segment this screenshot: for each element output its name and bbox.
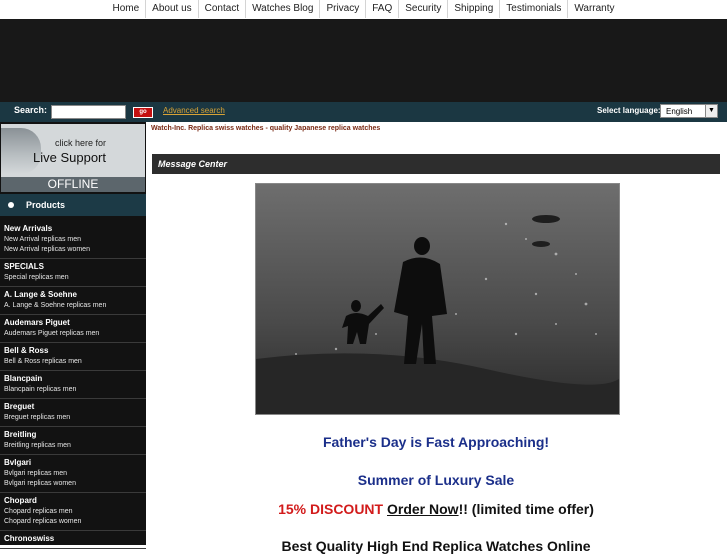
subcategory-link[interactable]: Audemars Piguet replicas men — [4, 329, 146, 339]
subcategory-link[interactable]: Breitling replicas men — [4, 441, 146, 451]
category-item: Bvlgari Bvlgari replicas men Bvlgari repli… — [0, 455, 146, 493]
nav-contact[interactable]: Contact — [199, 0, 247, 18]
language-label: Select language: — [597, 106, 661, 115]
products-label: Products — [26, 200, 66, 210]
search-bar: Search: go Advanced search Select langua… — [0, 102, 727, 122]
nav-watches-blog[interactable]: Watches Blog — [246, 0, 321, 18]
category-link[interactable]: Audemars Piguet — [4, 317, 146, 329]
category-item: Chronoswiss — [0, 531, 146, 549]
order-now-link[interactable]: Order Now — [387, 501, 459, 517]
left-sidebar: click here for Live Support OFFLINE Prod… — [0, 122, 146, 549]
subcategory-link[interactable]: New Arrival replicas men — [4, 235, 146, 245]
subcategory-link[interactable]: New Arrival replicas women — [4, 245, 146, 255]
category-link[interactable]: Chronoswiss — [4, 533, 146, 545]
header-banner — [0, 19, 727, 102]
category-item: Chopard Chopard replicas men Chopard repli… — [0, 493, 146, 531]
category-link[interactable]: Blancpain — [4, 373, 146, 385]
category-link[interactable]: Chopard — [4, 495, 146, 507]
language-selected-value: English — [666, 107, 693, 116]
live-support-click-text: click here for — [55, 138, 107, 148]
site-tagline: Watch-Inc. Replica swiss watches - quali… — [151, 125, 381, 132]
category-link[interactable]: Breitling — [4, 429, 146, 441]
category-item: Breitling Breitling replicas men — [0, 427, 146, 455]
live-support-button[interactable]: click here for Live Support OFFLINE — [1, 124, 145, 192]
nav-testimonials[interactable]: Testimonials — [500, 0, 569, 18]
category-link[interactable]: Bvlgari — [4, 457, 146, 469]
quality-line: Best Quality High End Replica Watches On… — [281, 538, 591, 554]
live-support-status: OFFLINE — [1, 177, 145, 192]
nav-security[interactable]: Security — [399, 0, 449, 18]
category-item: Bell & Ross Bell & Ross replicas men — [0, 343, 146, 371]
nav-faq[interactable]: FAQ — [366, 0, 400, 18]
category-link[interactable]: Breguet — [4, 401, 146, 413]
nav-home[interactable]: Home — [106, 0, 147, 18]
discount-line: 15% DISCOUNT Order Now!! (limited time o… — [152, 501, 720, 517]
nav-about-us[interactable]: About us — [146, 0, 199, 18]
father-and-child-beach-image — [256, 184, 619, 414]
subcategory-link[interactable]: Chopard replicas men — [4, 507, 146, 517]
category-list: New Arrivals New Arrival replicas men New … — [0, 221, 146, 549]
category-item: Blancpain Blancpain replicas men — [0, 371, 146, 399]
live-support-title: Live Support — [33, 150, 106, 165]
subcategory-link[interactable]: Blancpain replicas men — [4, 385, 146, 395]
products-header: Products — [0, 194, 146, 216]
subcategory-link[interactable]: Chopard replicas women — [4, 517, 146, 527]
subcategory-link[interactable]: Bell & Ross replicas men — [4, 357, 146, 367]
category-item: SPECIALS Special replicas men — [0, 259, 146, 287]
category-link[interactable]: A. Lange & Soehne — [4, 289, 146, 301]
search-label: Search: — [14, 105, 48, 115]
limited-offer-text: !! (limited time offer) — [458, 501, 594, 517]
top-navigation: Home About us Contact Watches Blog Privacy FA… — [0, 0, 727, 19]
bullet-icon — [8, 202, 14, 208]
advanced-search-link[interactable]: Advanced search — [163, 106, 225, 115]
category-item: Audemars Piguet Audemars Piguet replicas … — [0, 315, 146, 343]
discount-text: 15% DISCOUNT — [278, 501, 384, 517]
search-go-button[interactable]: go — [133, 107, 153, 118]
nav-shipping[interactable]: Shipping — [448, 0, 501, 18]
language-select[interactable]: English ▼ — [660, 104, 718, 118]
category-item: Breguet Breguet replicas men — [0, 399, 146, 427]
message-center-header: Message Center — [152, 154, 720, 174]
search-input[interactable] — [51, 105, 126, 119]
nav-warranty[interactable]: Warranty — [568, 0, 620, 18]
category-link[interactable]: SPECIALS — [4, 261, 146, 273]
category-link[interactable]: Bell & Ross — [4, 345, 146, 357]
subcategory-link[interactable]: Special replicas men — [4, 273, 146, 283]
summer-sale-heading: Summer of Luxury Sale — [357, 472, 515, 488]
fathers-day-heading: Father's Day is Fast Approaching! — [322, 434, 550, 450]
subcategory-link[interactable]: A. Lange & Soehne replicas men — [4, 301, 146, 311]
subcategory-link[interactable]: Bvlgari replicas men — [4, 469, 146, 479]
nav-privacy[interactable]: Privacy — [320, 0, 367, 18]
category-item: New Arrivals New Arrival replicas men New … — [0, 221, 146, 259]
subcategory-link[interactable]: Bvlgari replicas women — [4, 479, 146, 489]
chevron-down-icon: ▼ — [705, 105, 717, 117]
promo-photo — [255, 183, 620, 415]
subcategory-link[interactable]: Breguet replicas men — [4, 413, 146, 423]
category-link[interactable]: New Arrivals — [4, 223, 146, 235]
category-item: A. Lange & Soehne A. Lange & Soehne repli… — [0, 287, 146, 315]
